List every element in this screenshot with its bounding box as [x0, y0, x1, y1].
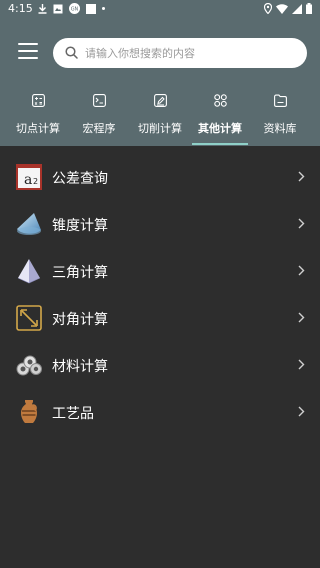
calculator-icon: [32, 94, 45, 107]
list-item-craftwork[interactable]: 工艺品: [0, 389, 320, 436]
tab-label: 宏程序: [82, 122, 116, 135]
list-item-label: 公差查询: [52, 171, 108, 187]
location-icon: [264, 3, 272, 14]
chevron-right-icon: [298, 359, 305, 370]
list-item-triangle-calc[interactable]: 三角计算: [0, 248, 320, 295]
wifi-icon: [276, 3, 288, 14]
a2-tolerance-icon: a2: [16, 164, 42, 190]
tab-tangent-calc[interactable]: 切点计算: [6, 88, 70, 146]
chevron-right-icon: [298, 406, 305, 417]
tab-label: 其他计算: [198, 122, 242, 135]
chevron-right-icon: [298, 265, 305, 276]
tab-label: 切点计算: [16, 122, 60, 135]
tab-cutting-calc[interactable]: 切削计算: [128, 88, 192, 146]
list-item-diagonal-calc[interactable]: 对角计算: [0, 295, 320, 342]
list-item-label: 材料计算: [52, 359, 108, 375]
svg-text:2: 2: [33, 177, 38, 186]
tab-label: 切削计算: [138, 122, 182, 135]
menu-button[interactable]: [18, 43, 38, 59]
cone-icon: [17, 213, 41, 235]
active-tab-indicator: [192, 143, 248, 145]
list-item-material-calc[interactable]: 材料计算: [0, 342, 320, 389]
dot-icon: [102, 7, 105, 10]
grid-icon: [214, 94, 227, 107]
list-item-label: 锥度计算: [52, 218, 108, 234]
category-tabs: 切点计算 宏程序 切削计算 其他计算 资料库: [0, 88, 320, 146]
vase-icon: [21, 400, 37, 423]
battery-icon: [306, 3, 312, 14]
svg-text:GN: GN: [71, 7, 79, 13]
list-item-tolerance-query[interactable]: a2 公差查询: [0, 154, 320, 201]
list-item-label: 对角计算: [52, 312, 108, 328]
list-item-label: 三角计算: [52, 265, 108, 281]
tab-database[interactable]: 资料库: [248, 88, 312, 146]
pyramid-icon: [17, 259, 41, 284]
tab-label: 资料库: [263, 122, 297, 135]
signal-icon: [292, 3, 302, 14]
search-placeholder: 请输入你想搜索的内容: [85, 47, 195, 60]
chevron-right-icon: [298, 171, 305, 182]
diagonal-arrow-icon: [16, 305, 42, 331]
svg-text:a: a: [24, 172, 32, 188]
image-icon: [53, 4, 63, 13]
terminal-icon: [93, 94, 106, 107]
status-time: 4:15: [8, 2, 33, 15]
pipes-icon: [16, 355, 42, 376]
tab-other-calc[interactable]: 其他计算: [188, 88, 252, 146]
search-icon: [65, 46, 78, 59]
download-icon: [38, 3, 47, 14]
chevron-right-icon: [298, 218, 305, 229]
gn-icon: GN: [69, 3, 80, 14]
app-header: 4:15 GN 请输入你想搜索的内容 切点计算 宏程序 切削计算 其他计算 资料…: [0, 0, 320, 146]
tab-macro[interactable]: 宏程序: [67, 88, 131, 146]
list-item-taper-calc[interactable]: 锥度计算: [0, 201, 320, 248]
folder-icon: [274, 94, 287, 107]
list-item-label: 工艺品: [52, 406, 94, 422]
chevron-right-icon: [298, 312, 305, 323]
status-bar: 4:15 GN: [0, 0, 320, 18]
square-icon: [86, 3, 96, 14]
edit-icon: [154, 94, 167, 107]
search-bar[interactable]: 请输入你想搜索的内容: [53, 38, 307, 68]
